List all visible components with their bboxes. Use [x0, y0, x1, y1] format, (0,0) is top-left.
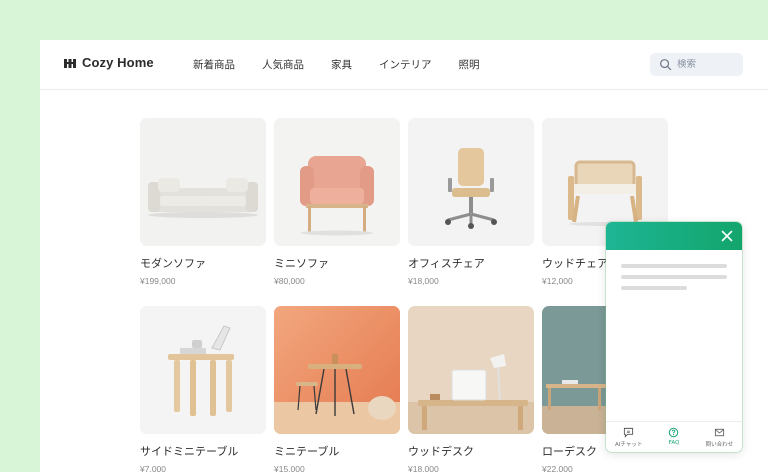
product-name: ミニテーブル	[274, 445, 340, 458]
sofa-illustration	[140, 118, 266, 246]
nav-lighting[interactable]: 照明	[459, 57, 480, 72]
product-card[interactable]: ミニソファ ¥80,000	[274, 118, 400, 286]
product-image	[408, 118, 534, 246]
product-image	[408, 306, 534, 434]
office-chair-illustration	[408, 118, 534, 246]
chat-tab-label: FAQ	[668, 440, 680, 446]
product-price: ¥22,000	[542, 464, 573, 472]
product-price: ¥7,000	[140, 464, 166, 472]
product-name: モダンソファ	[140, 257, 206, 270]
chat-message-placeholder	[606, 250, 742, 290]
product-price: ¥18,000	[408, 464, 439, 472]
product-card[interactable]: モダンソファ ¥199,000	[140, 118, 266, 286]
product-name: ミニソファ	[274, 257, 329, 270]
skeleton-line	[621, 264, 727, 268]
brand-logo[interactable]: Cozy Home	[64, 55, 154, 70]
skeleton-line	[621, 275, 727, 279]
main-nav: 新着商品 人気商品 家具 インテリア 照明	[193, 57, 507, 72]
product-image	[274, 306, 400, 434]
product-card[interactable]: ウッドデスク ¥18,000	[408, 306, 534, 472]
chat-widget: AI AIチャット FAQ 問い合わせ	[606, 222, 742, 452]
mail-icon	[714, 428, 724, 437]
nav-furniture[interactable]: 家具	[331, 57, 352, 72]
close-icon[interactable]	[721, 230, 733, 242]
skeleton-line	[621, 286, 687, 290]
chat-tab-contact[interactable]: 問い合わせ	[697, 422, 742, 452]
side-table-illustration	[140, 306, 266, 434]
chat-tabbar: AI AIチャット FAQ 問い合わせ	[606, 421, 742, 452]
chat-tab-label: 問い合わせ	[705, 442, 734, 448]
mini-table-illustration	[274, 306, 400, 434]
product-price: ¥18,000	[408, 276, 439, 286]
product-image	[140, 306, 266, 434]
product-image	[140, 118, 266, 246]
nav-popular[interactable]: 人気商品	[262, 57, 304, 72]
nav-interior[interactable]: インテリア	[379, 57, 432, 72]
logo-icon	[64, 58, 76, 68]
armchair-illustration	[274, 118, 400, 246]
svg-text:AI: AI	[627, 430, 631, 434]
search-icon	[660, 59, 672, 71]
chat-tab-faq[interactable]: FAQ	[651, 422, 696, 452]
brand-name: Cozy Home	[82, 55, 154, 70]
product-name: サイドミニテーブル	[140, 445, 239, 458]
product-name: オフィスチェア	[408, 257, 485, 270]
product-price: ¥199,000	[140, 276, 176, 286]
chat-tab-label: AIチャット	[614, 442, 643, 448]
nav-new-arrivals[interactable]: 新着商品	[193, 57, 235, 72]
chat-header	[606, 222, 742, 250]
product-price: ¥80,000	[274, 276, 305, 286]
product-card[interactable]: オフィスチェア ¥18,000	[408, 118, 534, 286]
product-image	[274, 118, 400, 246]
search-box[interactable]	[650, 53, 743, 76]
product-name: ウッドデスク	[408, 445, 474, 458]
ai-chat-icon: AI	[624, 427, 634, 438]
site-header: Cozy Home 新着商品 人気商品 家具 インテリア 照明	[40, 40, 768, 90]
chat-tab-ai[interactable]: AI AIチャット	[606, 422, 651, 452]
wood-desk-illustration	[408, 306, 534, 434]
product-card[interactable]: ミニテーブル ¥15,000	[274, 306, 400, 472]
question-icon	[669, 427, 679, 438]
product-card[interactable]: サイドミニテーブル ¥7,000	[140, 306, 266, 472]
search-input[interactable]	[677, 59, 737, 70]
product-price: ¥15,000	[274, 464, 305, 472]
